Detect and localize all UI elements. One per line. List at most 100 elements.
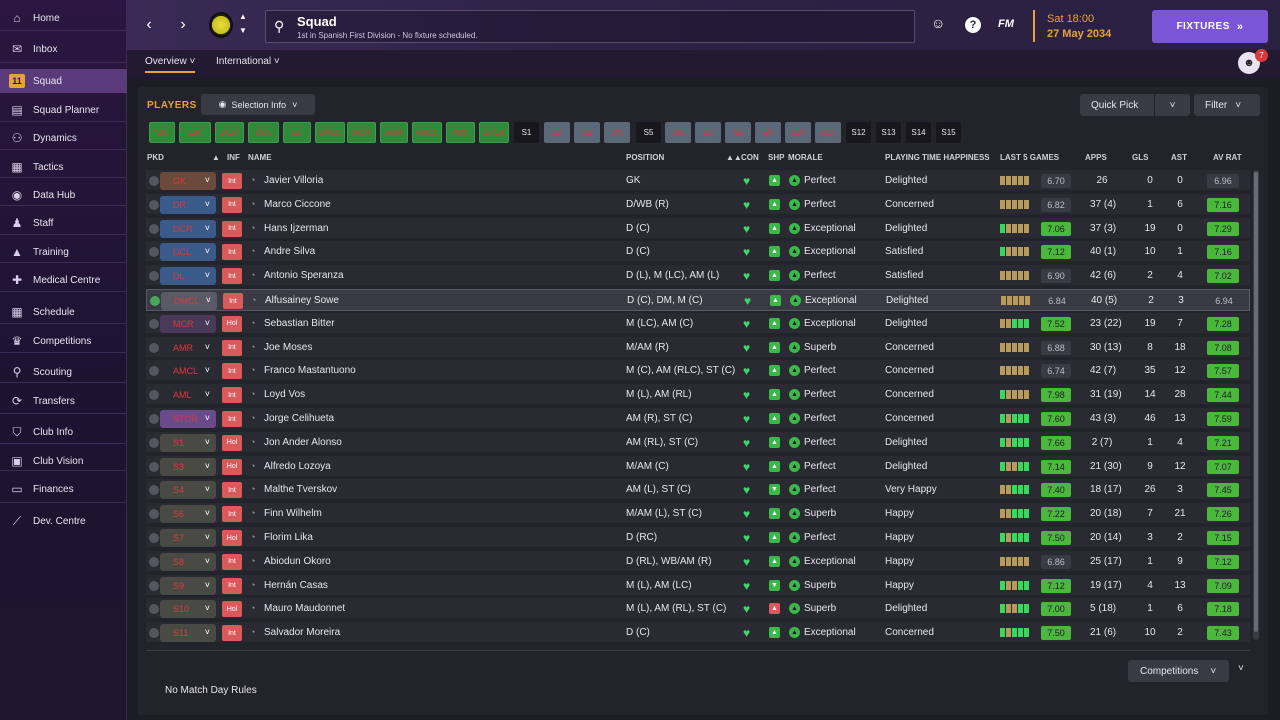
row-checkbox[interactable] — [149, 223, 159, 234]
row-checkbox[interactable] — [149, 390, 159, 401]
player-name[interactable]: Jorge Celihueta — [264, 413, 334, 424]
sidebar-item-dynamics[interactable]: ⚇ Dynamics — [0, 126, 127, 150]
player-name[interactable]: Alfusainey Sowe — [265, 295, 339, 306]
row-checkbox[interactable] — [149, 461, 159, 472]
position-dropdown[interactable]: S9 ˅ — [160, 576, 216, 595]
sidebar-item-transfers[interactable]: ⟳ Transfers — [0, 389, 127, 413]
row-checkbox[interactable] — [149, 414, 159, 424]
sidebar-item-training[interactable]: ▲ Training — [0, 240, 127, 264]
position-chip[interactable]: S15 — [936, 122, 961, 143]
club-badge[interactable] — [209, 12, 233, 38]
table-row[interactable]: S8 ˅ Int ◔ Abiodun Okoro D (RL), WB/AM (R) ♥ ▲ ▲… — [146, 550, 1250, 573]
position-chip[interactable]: AML — [446, 122, 475, 143]
position-dropdown[interactable]: S4 ˅ — [160, 481, 216, 500]
position-dropdown[interactable]: STCR ˅ — [160, 410, 216, 428]
table-row[interactable]: DR ˅ Int ◔ Marco Ciccone D/WB (R) ♥ ▲ ▲ Perfect Co… — [146, 193, 1250, 216]
position-dropdown[interactable]: S7 ˅ — [160, 529, 216, 547]
sidebar-item-squad[interactable]: 11 Squad — [0, 69, 127, 93]
position-chip[interactable]: S12 — [846, 122, 871, 143]
table-row[interactable]: S3 ˅ Hol ◔ Alfredo Lozoya M/AM (C) ♥ ▲ ▲ Perfect D… — [146, 455, 1250, 478]
quick-pick-button[interactable]: Quick Pick ˅ — [1080, 94, 1190, 116]
row-checkbox[interactable] — [150, 296, 160, 306]
fixtures-button[interactable]: FIXTURES » — [1152, 10, 1268, 43]
sidebar-item-competitions[interactable]: ♛ Competitions — [0, 329, 127, 353]
position-chip[interactable]: DR — [179, 122, 211, 143]
position-chip[interactable]: S11 — [815, 122, 841, 143]
col-name-header[interactable]: NAME — [248, 153, 272, 162]
sidebar-item-scouting[interactable]: ⚲ Scouting — [0, 360, 127, 384]
position-chip[interactable]: S13 — [876, 122, 901, 143]
sidebar-item-tactics[interactable]: ▦ Tactics — [0, 155, 127, 179]
col-avrat-header[interactable]: AV RAT — [1213, 153, 1242, 162]
row-checkbox[interactable] — [149, 628, 159, 639]
player-name[interactable]: Hans Ijzerman — [264, 223, 328, 234]
sidebar-item-dev-centre[interactable]: ⟋ Dev. Centre — [0, 509, 127, 533]
table-row[interactable]: S7 ˅ Hol ◔ Florim Lika D (RC) ♥ ▲ ▲ Perfect Happy 7… — [146, 527, 1250, 549]
sidebar-item-data-hub[interactable]: ◉ Data Hub — [0, 183, 127, 207]
fm-icon[interactable]: FM — [998, 18, 1014, 30]
table-row[interactable]: S11 ˅ Int ◔ Salvador Moreira D (C) ♥ ▲ ▲ Exceptio… — [146, 622, 1250, 645]
position-chip[interactable]: S8 — [725, 122, 751, 143]
game-date[interactable]: Sat 18:00 27 May 2034 — [1033, 10, 1143, 42]
player-name[interactable]: Antonio Speranza — [264, 270, 344, 281]
player-name[interactable]: Alfredo Lozoya — [264, 461, 331, 472]
table-row[interactable]: S6 ˅ Int ◔ Finn Wilhelm M/AM (L), ST (C) ♥ ▲ ▲ Su… — [146, 503, 1250, 526]
position-dropdown[interactable]: DL ˅ — [160, 267, 216, 286]
position-chip[interactable]: DCR — [215, 122, 244, 143]
col-con-header[interactable]: CON — [741, 153, 759, 162]
search-box[interactable]: ⚲ Squad 1st in Spanish First Division - … — [265, 10, 915, 43]
position-chip[interactable]: DMCL — [315, 122, 345, 143]
position-dropdown[interactable]: AML ˅ — [160, 386, 216, 405]
row-checkbox[interactable] — [149, 509, 159, 520]
row-checkbox[interactable] — [149, 604, 159, 615]
table-row[interactable]: DCR ˅ Int ◔ Hans Ijzerman D (C) ♥ ▲ ▲ Exceptional… — [146, 217, 1250, 240]
row-checkbox[interactable] — [149, 199, 159, 210]
col-last5-header[interactable]: LAST 5 GAMES — [1000, 153, 1059, 162]
position-chip[interactable]: GK — [149, 122, 175, 143]
table-row[interactable]: AMCL ˅ Int ◔ Franco Mastantuono M (C), AM (RL… — [146, 360, 1250, 383]
position-chip[interactable]: S14 — [906, 122, 931, 143]
position-dropdown[interactable]: S1 ˅ — [160, 433, 216, 452]
position-chip[interactable]: DCL — [248, 122, 279, 143]
chevron-down-icon[interactable]: ˅ — [1154, 94, 1190, 116]
col-gls-header[interactable]: GLS — [1132, 153, 1148, 162]
scrollbar-thumb[interactable] — [1254, 172, 1258, 632]
player-name[interactable]: Mauro Maudonnet — [264, 603, 345, 614]
sidebar-item-squad-planner[interactable]: ▤ Squad Planner — [0, 98, 127, 122]
row-checkbox[interactable] — [149, 533, 159, 543]
position-chip[interactable]: S3 — [574, 122, 600, 143]
position-dropdown[interactable]: S3 ˅ — [160, 457, 216, 476]
sidebar-item-home[interactable]: ⌂ Home — [0, 6, 127, 30]
filter-button[interactable]: Filter ˅ — [1194, 94, 1260, 116]
table-row[interactable]: DL ˅ Int ◔ Antonio Speranza D (L), M (LC), AM… — [146, 265, 1250, 288]
position-chip[interactable]: AMCL — [412, 122, 442, 143]
tab-overview[interactable]: Overview ˅ — [145, 56, 196, 73]
position-dropdown[interactable]: DCR ˅ — [160, 219, 216, 238]
tab-international[interactable]: International ˅ — [216, 56, 280, 67]
row-checkbox[interactable] — [149, 176, 159, 186]
position-chip[interactable]: STCR — [479, 122, 509, 143]
row-checkbox[interactable] — [149, 580, 159, 591]
competitions-button[interactable]: Competitions ˅ — [1128, 660, 1229, 682]
back-arrow-icon[interactable]: ‹ — [139, 14, 159, 36]
position-chip[interactable]: DL — [283, 122, 311, 143]
player-name[interactable]: Andre Silva — [264, 246, 315, 257]
player-name[interactable]: Jon Ander Alonso — [264, 437, 342, 448]
row-checkbox[interactable] — [149, 485, 159, 496]
col-pkd-header[interactable]: PKD — [147, 153, 164, 162]
player-name[interactable]: Abiodun Okoro — [264, 556, 331, 567]
position-dropdown[interactable]: S6 ˅ — [160, 505, 216, 524]
position-dropdown[interactable]: AMCL ˅ — [160, 362, 216, 381]
col-ast-header[interactable]: AST — [1171, 153, 1187, 162]
player-name[interactable]: Marco Ciccone — [264, 199, 331, 210]
position-chip[interactable]: S1 — [514, 122, 539, 143]
col-inf-header[interactable]: INF — [227, 153, 240, 162]
position-chip[interactable]: S10 — [785, 122, 811, 143]
player-name[interactable]: Javier Villoria — [264, 175, 323, 186]
col-morale-header[interactable]: MORALE — [788, 153, 823, 162]
row-checkbox[interactable] — [149, 366, 159, 377]
row-checkbox[interactable] — [149, 247, 159, 258]
table-row[interactable]: DCL ˅ Int ◔ Andre Silva D (C) ♥ ▲ ▲ Exceptional Sa… — [146, 241, 1250, 264]
sidebar-item-staff[interactable]: ♟ Staff — [0, 211, 127, 235]
position-dropdown[interactable]: S10 ˅ — [160, 600, 216, 619]
